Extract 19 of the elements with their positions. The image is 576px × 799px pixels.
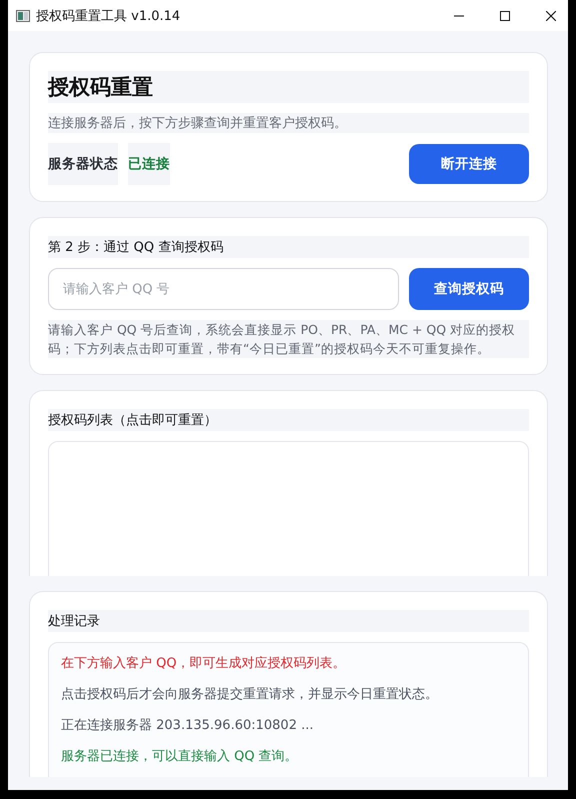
hint-text: 请输入客户 QQ 号后查询，系统会直接显示 PO、PR、PA、MC + QQ 对应的授权码；下方列表点击即可重置，带有“今日已重置”的授权码今天不可重复操作。 [48, 320, 529, 358]
window-title: 授权码重置工具 v1.0.14 [36, 8, 180, 24]
log-entry: 服务器已连接，可以直接输入 QQ 查询。 [61, 748, 299, 766]
log-entry: 正在连接服务器 203.135.96.60:10802 ... [61, 717, 315, 735]
maximize-icon[interactable] [500, 10, 510, 20]
page-title: 授权码重置 [48, 71, 529, 103]
status-label: 服务器状态 [48, 143, 118, 185]
query-button[interactable]: 查询授权码 [409, 268, 529, 310]
app-icon [16, 10, 30, 22]
section-heading: 第 2 步：通过 QQ 查询授权码 [48, 236, 529, 258]
log-entry: 在下方输入客户 QQ，即可生成对应授权码列表。 [61, 655, 347, 673]
status-value: 已连接 [128, 143, 170, 185]
qq-input-field[interactable]: 请输入客户 QQ 号 [48, 268, 399, 310]
disconnect-button[interactable]: 断开连接 [409, 144, 529, 184]
section-heading: 处理记录 [48, 610, 529, 632]
section-heading: 授权码列表（点击即可重置） [48, 409, 529, 431]
log-entry: 点击授权码后才会向服务器提交重置请求，并显示今日重置状态。 [61, 686, 439, 704]
close-icon[interactable] [546, 10, 556, 20]
subtitle: 连接服务器后，按下方步骤查询并重置客户授权码。 [48, 113, 529, 133]
